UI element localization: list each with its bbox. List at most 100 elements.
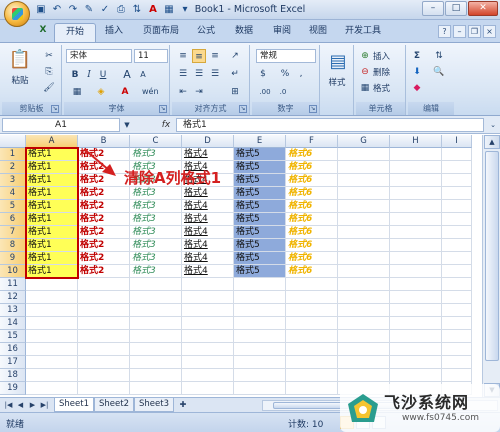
cell-f12[interactable] xyxy=(286,291,338,304)
vertical-scrollbar[interactable]: ▲ ▼ xyxy=(482,135,500,397)
cell-e16[interactable] xyxy=(234,343,286,356)
row-header-2[interactable]: 2 xyxy=(0,161,26,174)
cell-i6[interactable] xyxy=(442,213,472,226)
cell-h3[interactable] xyxy=(390,174,442,187)
cell-a5[interactable]: 格式1 xyxy=(26,200,78,213)
wb-minimize-icon[interactable]: – xyxy=(453,25,466,38)
cell-f13[interactable] xyxy=(286,304,338,317)
cell-b5[interactable]: 格式2 xyxy=(78,200,130,213)
cell-g16[interactable] xyxy=(338,343,390,356)
cell-c1[interactable]: 格式3 xyxy=(130,148,182,161)
cell-i10[interactable] xyxy=(442,265,472,278)
cell-f1[interactable]: 格式6 xyxy=(286,148,338,161)
increase-decimal-icon[interactable]: .00 xyxy=(258,85,272,99)
cell-g7[interactable] xyxy=(338,226,390,239)
cell-b17[interactable] xyxy=(78,356,130,369)
tab-data[interactable]: 数据 xyxy=(226,23,262,42)
cell-g1[interactable] xyxy=(338,148,390,161)
cell-c12[interactable] xyxy=(130,291,182,304)
cell-g17[interactable] xyxy=(338,356,390,369)
number-format-select[interactable]: 常规 xyxy=(256,49,316,63)
cell-g18[interactable] xyxy=(338,369,390,382)
cell-i12[interactable] xyxy=(442,291,472,304)
cell-g2[interactable] xyxy=(338,161,390,174)
cell-e15[interactable] xyxy=(234,330,286,343)
cell-c18[interactable] xyxy=(130,369,182,382)
cell-f14[interactable] xyxy=(286,317,338,330)
cell-d10[interactable]: 格式4 xyxy=(182,265,234,278)
cell-d8[interactable]: 格式4 xyxy=(182,239,234,252)
cell-c10[interactable]: 格式3 xyxy=(130,265,182,278)
cell-g14[interactable] xyxy=(338,317,390,330)
insert-sheet-icon[interactable]: ✚ xyxy=(176,399,190,411)
fill-color-icon[interactable]: ◈ xyxy=(94,85,108,99)
font-launcher-icon[interactable]: ↘ xyxy=(159,105,167,113)
cell-b15[interactable] xyxy=(78,330,130,343)
expand-formula-icon[interactable]: ⌄ xyxy=(486,118,500,132)
row-header-6[interactable]: 6 xyxy=(0,213,26,226)
cut-icon[interactable]: ✂ xyxy=(42,49,56,63)
row-header-9[interactable]: 9 xyxy=(0,252,26,265)
cell-d1[interactable]: 格式4 xyxy=(182,148,234,161)
cell-h8[interactable] xyxy=(390,239,442,252)
cell-h5[interactable] xyxy=(390,200,442,213)
cell-a11[interactable] xyxy=(26,278,78,291)
cell-a18[interactable] xyxy=(26,369,78,382)
row-header-16[interactable]: 16 xyxy=(0,343,26,356)
vertical-scroll-thumb[interactable] xyxy=(485,151,499,361)
cell-d12[interactable] xyxy=(182,291,234,304)
cell-f3[interactable]: 格式6 xyxy=(286,174,338,187)
tab-insert[interactable]: 插入 xyxy=(96,23,132,42)
align-top-icon[interactable]: ≡ xyxy=(176,49,190,63)
format-cells-icon[interactable]: ▦ xyxy=(358,81,372,95)
maximize-button[interactable]: □ xyxy=(445,1,467,16)
wrap-text-icon[interactable]: ↵ xyxy=(228,67,242,81)
prev-sheet-icon[interactable]: ◀ xyxy=(16,400,25,411)
cell-c7[interactable]: 格式3 xyxy=(130,226,182,239)
cell-d15[interactable] xyxy=(182,330,234,343)
cell-f17[interactable] xyxy=(286,356,338,369)
cell-i1[interactable] xyxy=(442,148,472,161)
paste-icon[interactable]: 📋 xyxy=(8,47,32,73)
tab-home[interactable]: 开始 xyxy=(54,23,96,42)
insert-function-icon[interactable]: fx xyxy=(158,118,174,132)
name-box-dropdown-icon[interactable]: ▼ xyxy=(120,118,134,132)
align-center-icon[interactable]: ☰ xyxy=(192,67,206,81)
cell-i13[interactable] xyxy=(442,304,472,317)
cell-c19[interactable] xyxy=(130,382,182,395)
column-header-h[interactable]: H xyxy=(390,135,442,148)
cell-d11[interactable] xyxy=(182,278,234,291)
cell-g13[interactable] xyxy=(338,304,390,317)
cell-f18[interactable] xyxy=(286,369,338,382)
row-header-3[interactable]: 3 xyxy=(0,174,26,187)
delete-cells-button[interactable]: 删除 xyxy=(372,65,404,81)
formula-input[interactable]: 格式1 xyxy=(176,118,484,132)
minimize-button[interactable]: – xyxy=(422,1,444,16)
cell-h13[interactable] xyxy=(390,304,442,317)
cell-e6[interactable]: 格式5 xyxy=(234,213,286,226)
increase-indent-icon[interactable]: ⇥ xyxy=(192,85,206,99)
cell-a7[interactable]: 格式1 xyxy=(26,226,78,239)
cell-c17[interactable] xyxy=(130,356,182,369)
cell-b8[interactable]: 格式2 xyxy=(78,239,130,252)
column-header-i[interactable]: I xyxy=(442,135,472,148)
tab-review[interactable]: 审阅 xyxy=(264,23,300,42)
cell-d16[interactable] xyxy=(182,343,234,356)
cell-d17[interactable] xyxy=(182,356,234,369)
cell-i4[interactable] xyxy=(442,187,472,200)
cell-a16[interactable] xyxy=(26,343,78,356)
row-header-8[interactable]: 8 xyxy=(0,239,26,252)
cell-i18[interactable] xyxy=(442,369,472,382)
alignment-launcher-icon[interactable]: ↘ xyxy=(239,105,247,113)
cell-i14[interactable] xyxy=(442,317,472,330)
row-header-7[interactable]: 7 xyxy=(0,226,26,239)
next-sheet-icon[interactable]: ▶ xyxy=(28,400,37,411)
cell-a9[interactable]: 格式1 xyxy=(26,252,78,265)
cell-e18[interactable] xyxy=(234,369,286,382)
cell-i11[interactable] xyxy=(442,278,472,291)
cell-b10[interactable]: 格式2 xyxy=(78,265,130,278)
cell-a3[interactable]: 格式1 xyxy=(26,174,78,187)
row-header-13[interactable]: 13 xyxy=(0,304,26,317)
wb-close-icon[interactable]: × xyxy=(483,25,496,38)
cell-e12[interactable] xyxy=(234,291,286,304)
